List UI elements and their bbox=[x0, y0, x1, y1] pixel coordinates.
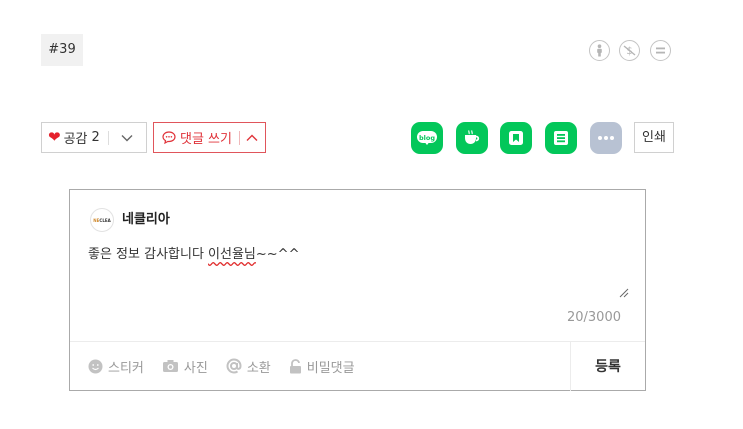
like-control: ❤ 공감 2 bbox=[41, 122, 147, 153]
share-blog-button[interactable]: blog bbox=[411, 122, 443, 154]
comment-write-button[interactable]: 댓글 쓰기 bbox=[154, 123, 232, 152]
like-list-toggle[interactable] bbox=[109, 123, 146, 152]
sticker-icon bbox=[88, 359, 103, 373]
cc-nc-icon: $ bbox=[619, 40, 640, 61]
secret-comment-label: 비밀댓글 bbox=[306, 360, 355, 376]
keep-icon bbox=[509, 131, 523, 145]
resize-handle-icon[interactable] bbox=[617, 286, 629, 298]
chevron-down-icon bbox=[121, 134, 133, 141]
chevron-up-icon bbox=[246, 134, 258, 141]
cc-nd-icon bbox=[650, 40, 671, 61]
more-icon bbox=[598, 136, 614, 140]
memo-icon bbox=[554, 131, 568, 145]
comment-control: 댓글 쓰기 bbox=[153, 122, 266, 153]
commenter-nickname: 네클리아 bbox=[122, 212, 170, 227]
secret-comment-toggle[interactable]: 비밀댓글 bbox=[289, 357, 355, 376]
mention-button[interactable]: 소환 bbox=[226, 357, 271, 376]
speech-bubble-icon bbox=[162, 131, 176, 144]
avatar: NE CLEA bbox=[90, 208, 114, 232]
comment-collapse-toggle[interactable] bbox=[240, 123, 265, 152]
comment-input[interactable]: 좋은 정보 감사합니다 이선율님~~^^ bbox=[88, 243, 628, 313]
comment-write-label: 댓글 쓰기 bbox=[180, 132, 232, 147]
at-sign-icon bbox=[226, 358, 242, 374]
mention-label: 소환 bbox=[246, 360, 271, 376]
heart-icon: ❤ bbox=[48, 128, 61, 146]
comment-write-panel: NE CLEA 네클리아 좋은 정보 감사합니다 이선율님~~^^ 20/3000… bbox=[69, 189, 646, 391]
comment-text-misspelled: 이선율님 bbox=[208, 247, 256, 262]
cc-by-icon bbox=[589, 40, 610, 61]
comment-text-before: 좋은 정보 감사합니다 bbox=[88, 247, 209, 262]
like-button[interactable]: ❤ 공감 2 bbox=[42, 123, 100, 152]
char-counter: 20/3000 bbox=[566, 310, 621, 325]
blog-icon: blog bbox=[417, 131, 437, 145]
share-cafe-button[interactable] bbox=[456, 122, 488, 154]
panel-divider bbox=[70, 341, 645, 342]
share-keep-button[interactable] bbox=[500, 122, 532, 154]
lock-icon bbox=[289, 358, 301, 373]
photo-label: 사진 bbox=[183, 360, 208, 376]
camera-icon bbox=[162, 360, 178, 372]
like-label: 공감 bbox=[63, 132, 88, 147]
svg-text:blog: blog bbox=[419, 134, 435, 142]
post-tag[interactable]: #39 bbox=[41, 34, 83, 66]
comment-tools: 스티커 사진 소환 비밀댓글 bbox=[88, 349, 373, 383]
cafe-icon bbox=[465, 130, 480, 144]
like-count: 2 bbox=[91, 130, 100, 145]
print-button[interactable]: 인쇄 bbox=[634, 122, 674, 153]
share-more-button[interactable] bbox=[590, 122, 622, 154]
submit-button[interactable]: 등록 bbox=[571, 342, 645, 390]
share-memo-button[interactable] bbox=[545, 122, 577, 154]
comment-text-after: ~~^^ bbox=[255, 247, 300, 262]
sticker-button[interactable]: 스티커 bbox=[88, 357, 144, 376]
photo-button[interactable]: 사진 bbox=[162, 357, 208, 376]
avatar-text-b: CLEA bbox=[99, 217, 111, 223]
sticker-label: 스티커 bbox=[108, 360, 144, 376]
